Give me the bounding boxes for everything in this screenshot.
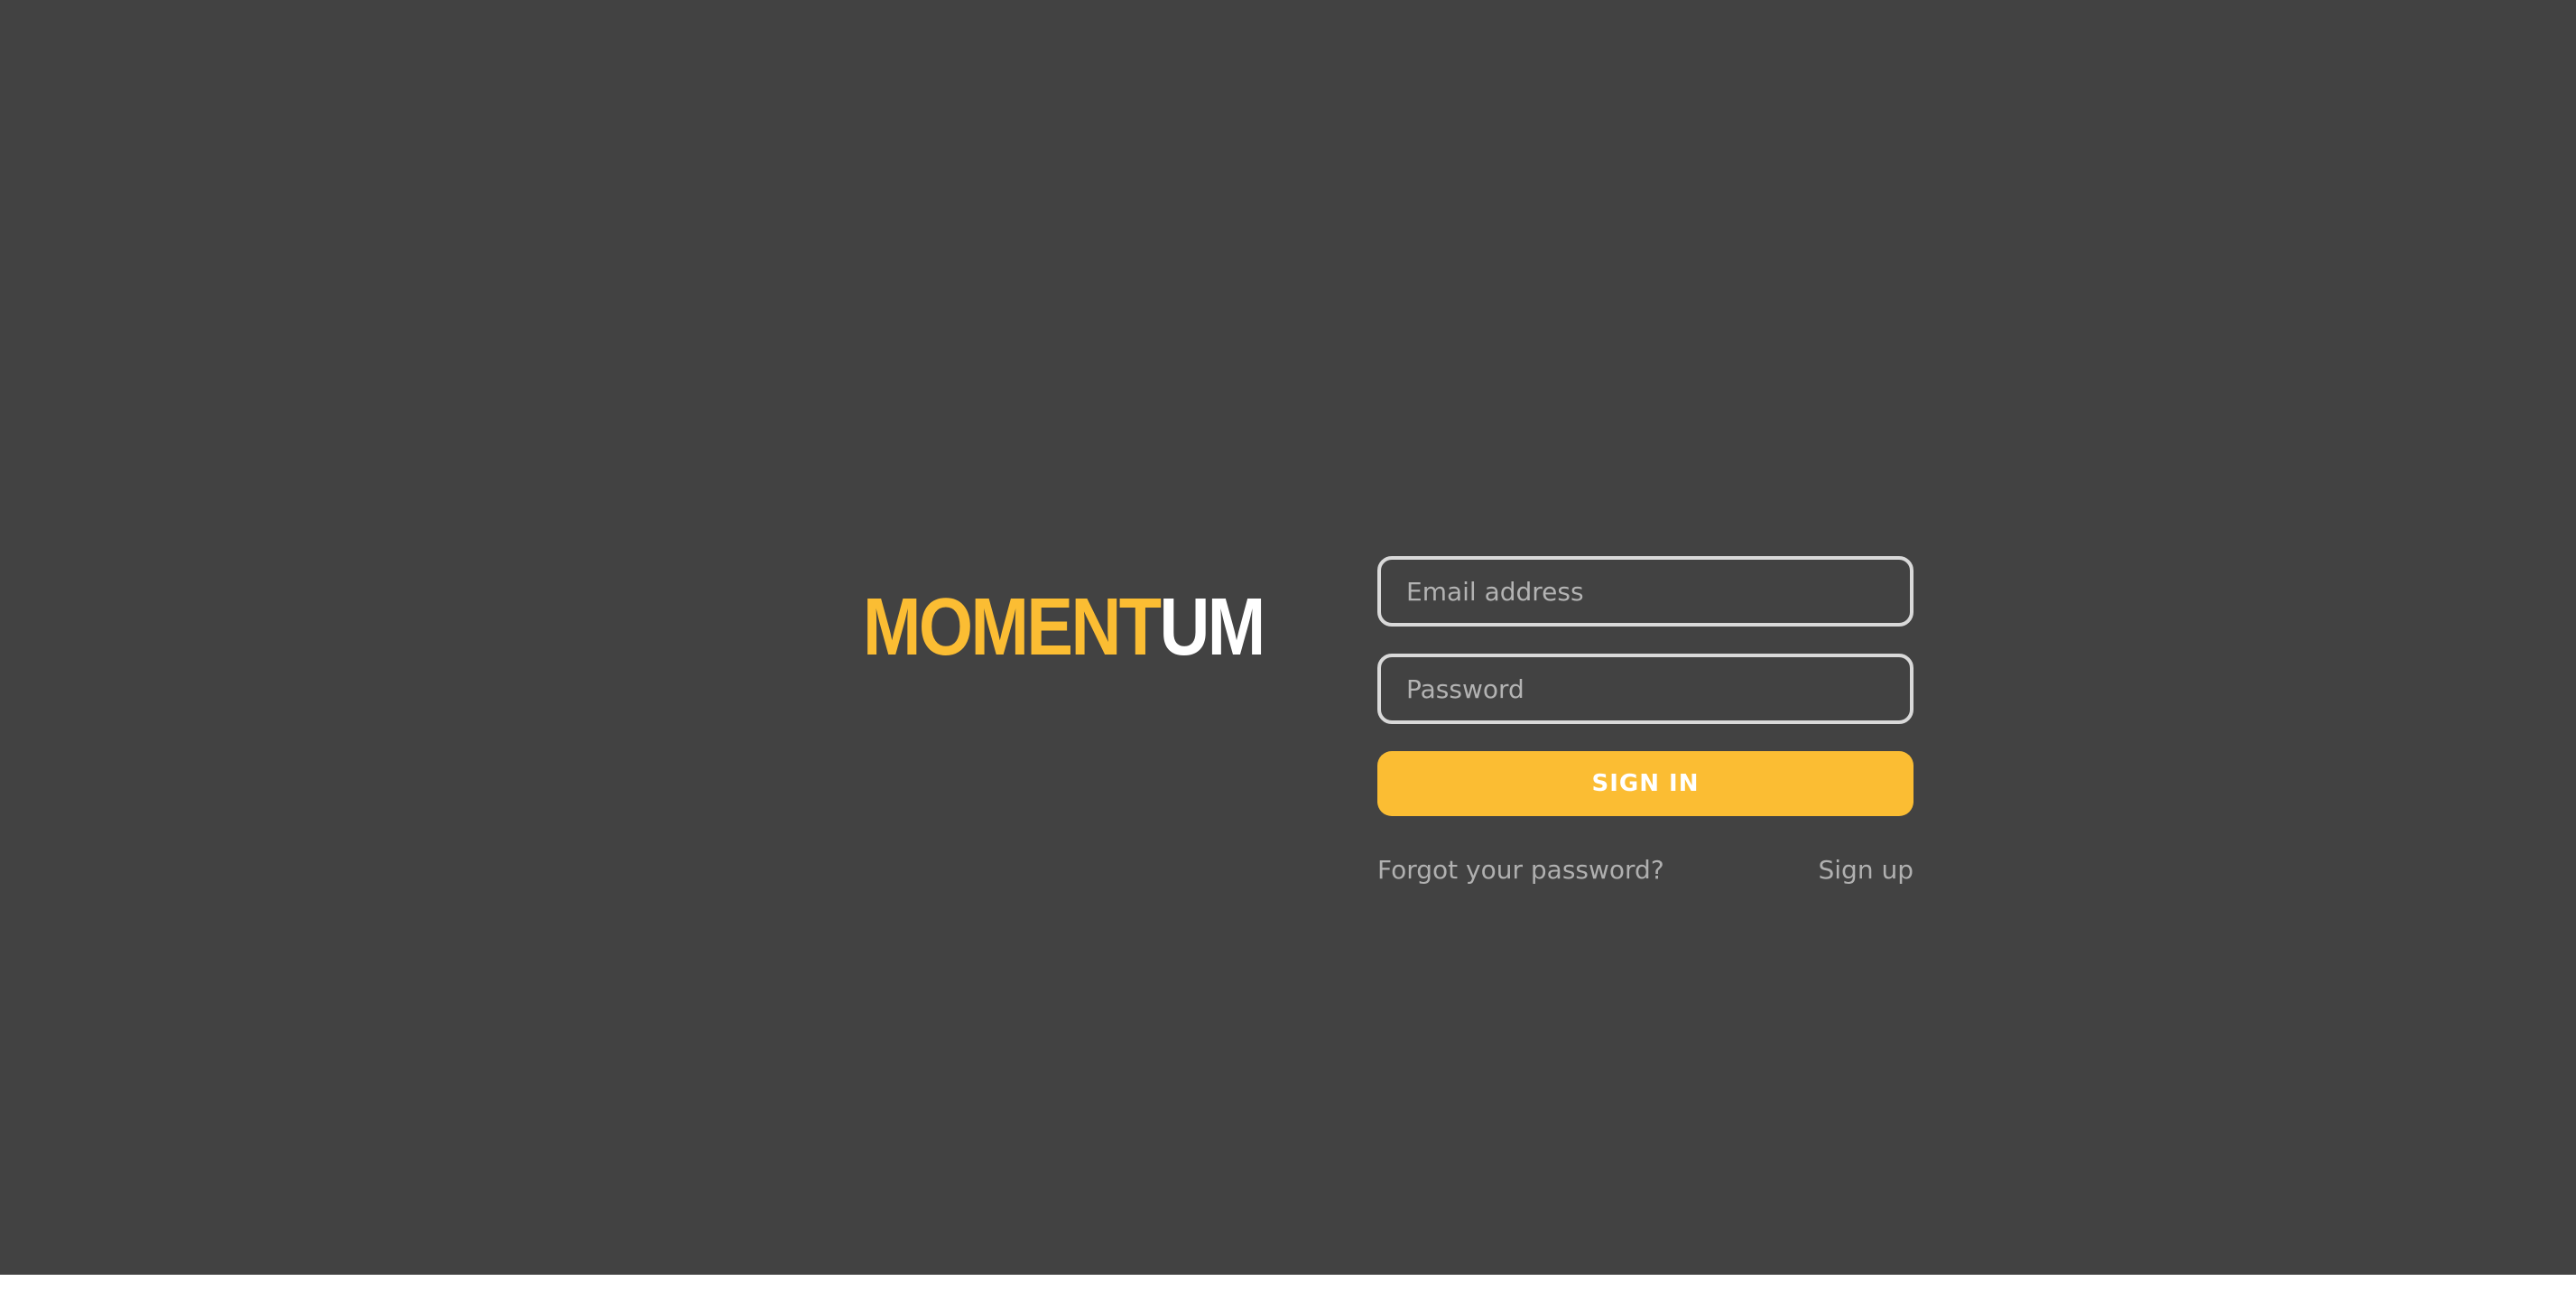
- momentum-logo: MOMENTUM: [863, 578, 1329, 677]
- sign-up-link[interactable]: Sign up: [1819, 852, 1914, 888]
- sign-in-button[interactable]: SIGN IN: [1377, 751, 1913, 816]
- logo-accent-text: MOMENT: [863, 582, 1162, 673]
- login-screen: MOMENTUM SIGN IN Forgot your password? S…: [0, 0, 2576, 1275]
- forgot-password-link[interactable]: Forgot your password?: [1377, 852, 1664, 888]
- password-field[interactable]: [1377, 654, 1913, 724]
- bottom-strip: [0, 1275, 2576, 1300]
- logo-rest-text: UM: [1159, 582, 1265, 673]
- email-field[interactable]: [1377, 556, 1913, 627]
